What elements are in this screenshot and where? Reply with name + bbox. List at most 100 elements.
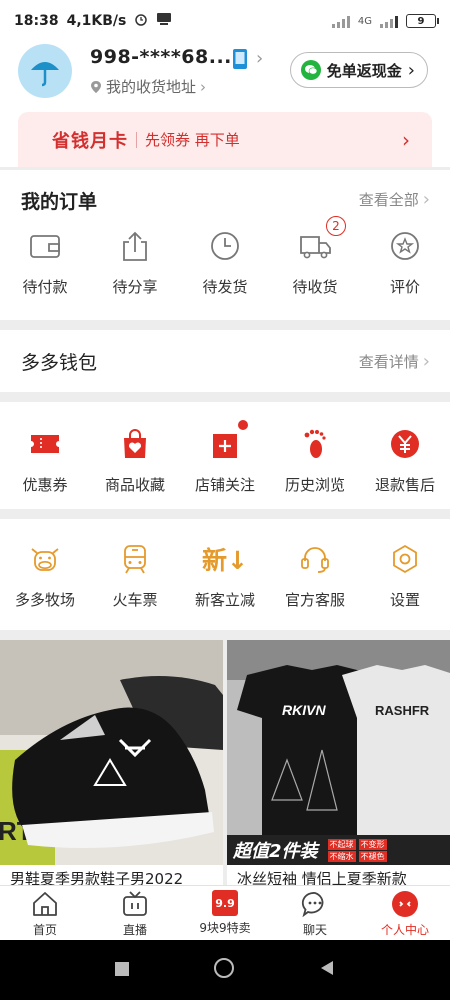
order-pending-receipt[interactable]: 2 待收货 <box>270 216 360 297</box>
wallet-details-link[interactable]: 查看详情 › <box>359 351 430 372</box>
username[interactable]: 998-****68... <box>90 46 232 68</box>
sale-99-icon-text: 9.9 <box>215 896 235 910</box>
chevron-right-icon[interactable]: › <box>256 48 263 69</box>
tool-label: 官方客服 <box>284 591 345 609</box>
home-button[interactable] <box>213 957 235 983</box>
tool-label: 新客立减 <box>194 591 255 609</box>
tools-grid: 多多牧场 火车票 新↓ 新客立减 官方客服 设置 <box>0 541 450 610</box>
location-pin-icon <box>91 80 101 93</box>
settings-icon <box>389 541 421 577</box>
sale-99-icon: 9.9 <box>212 890 238 916</box>
tool-label: 设置 <box>389 591 420 609</box>
product-card[interactable]: RT 男鞋夏季男款鞋子男2022 <box>0 640 223 885</box>
orders-title: 我的订单 <box>21 191 98 213</box>
divider <box>136 131 137 148</box>
wallet-section[interactable]: 多多钱包 查看详情 › <box>0 330 450 392</box>
view-all-label: 查看全部 <box>358 191 419 209</box>
headset-icon <box>299 541 331 577</box>
service-label: 优惠券 <box>22 476 68 494</box>
recents-button[interactable] <box>115 961 129 980</box>
home-icon <box>33 892 57 916</box>
tab-profile[interactable]: 个人中心 <box>360 886 450 940</box>
profile-header: 998-****68... › 我的收货地址 › 免单返现金 › <box>0 42 450 107</box>
monthly-card-wrap: 省钱月卡 先领券 再下单 › <box>0 107 450 167</box>
product-card[interactable]: RKIVN RASHFR 超值2件装 不起球 不变形 不缩水 不褪色 冰丝短袖 … <box>227 640 450 885</box>
chevron-right-icon: › <box>422 189 430 210</box>
service-favorites[interactable]: 商品收藏 <box>90 426 180 495</box>
cashback-button[interactable]: 免单返现金 › <box>289 52 428 88</box>
tool-farm[interactable]: 多多牧场 <box>0 541 90 610</box>
service-history[interactable]: 历史浏览 <box>270 426 360 495</box>
service-label: 店铺关注 <box>194 476 255 494</box>
footprint-icon <box>300 426 330 462</box>
shirt-print-text: RASHFR <box>375 703 430 718</box>
alarm-icon <box>134 12 148 30</box>
live-tv-icon <box>123 891 147 916</box>
order-label: 评价 <box>389 278 420 296</box>
status-time: 18:38 <box>14 13 59 29</box>
address-link[interactable]: 我的收货地址 › <box>90 76 206 97</box>
signal-icon <box>331 14 350 28</box>
cashback-label: 免单返现金 <box>326 61 402 80</box>
tab-label: 个人中心 <box>380 923 429 937</box>
tool-customer-service[interactable]: 官方客服 <box>270 541 360 610</box>
tool-new-customer[interactable]: 新↓ 新客立减 <box>180 541 270 610</box>
wallet-title: 多多钱包 <box>21 352 98 374</box>
star-review-icon <box>389 228 421 264</box>
tab-label: 聊天 <box>302 923 327 937</box>
product-image-tshirts: RKIVN RASHFR 超值2件装 不起球 不变形 不缩水 不褪色 <box>227 640 450 865</box>
battery-level: 9 <box>417 15 425 27</box>
tools-section: 多多牧场 火车票 新↓ 新客立减 官方客服 设置 <box>0 519 450 630</box>
notification-dot <box>238 420 248 430</box>
tab-label: 9块9特卖 <box>199 921 251 935</box>
order-label: 待发货 <box>202 278 248 296</box>
order-label: 待分享 <box>112 278 158 296</box>
cow-icon <box>28 541 62 577</box>
tab-chat[interactable]: 聊天 <box>270 886 360 940</box>
tab-sale[interactable]: 9.9 9块9特卖 <box>180 886 270 940</box>
tool-train-tickets[interactable]: 火车票 <box>90 541 180 610</box>
new-customer-icon-text: 新↓ <box>202 546 248 575</box>
services-grid: 优惠券 商品收藏 店铺关注 历史浏览 退款售后 <box>0 420 450 495</box>
chevron-right-icon: › <box>200 77 207 96</box>
avatar[interactable] <box>18 44 72 98</box>
order-label: 待付款 <box>22 278 68 296</box>
favorites-bag-icon <box>120 426 150 462</box>
order-pending-payment[interactable]: 待付款 <box>0 228 90 297</box>
order-pending-shipment[interactable]: 待发货 <box>180 228 270 297</box>
umbrella-icon <box>31 62 59 87</box>
service-followed-stores[interactable]: 店铺关注 <box>180 420 270 495</box>
battery-icon: 9 <box>406 14 439 28</box>
back-button[interactable] <box>319 960 335 980</box>
service-refund[interactable]: 退款售后 <box>360 426 450 495</box>
share-icon <box>120 228 150 264</box>
truck-icon: 2 <box>298 216 346 264</box>
service-label: 商品收藏 <box>104 476 165 494</box>
tab-label: 首页 <box>32 923 57 937</box>
status-bar: 18:38 4,1KB/s 4G 9 <box>0 0 450 42</box>
order-pending-share[interactable]: 待分享 <box>90 228 180 297</box>
train-icon <box>120 541 150 577</box>
promo-strip: 超值2件装 不起球 不变形 不缩水 不褪色 <box>227 835 387 865</box>
view-all-orders-link[interactable]: 查看全部 › <box>359 189 430 210</box>
phone-icon[interactable] <box>232 48 248 74</box>
shirt-print-text: RKIVN <box>282 702 326 718</box>
promo-tag: 不褪色 <box>358 850 387 862</box>
tool-settings[interactable]: 设置 <box>360 541 450 610</box>
order-review[interactable]: 评价 <box>360 228 450 297</box>
chevron-right-icon: › <box>422 351 430 372</box>
coupon-icon <box>29 426 61 462</box>
chat-icon <box>301 892 324 918</box>
system-nav-bar <box>0 940 450 1000</box>
tool-label: 多多牧场 <box>14 591 75 609</box>
clock-icon <box>209 228 241 264</box>
orders-section: 我的订单 查看全部 › 待付款 待分享 待发货 2 待收货 评价 <box>0 170 450 320</box>
chevron-right-icon: › <box>407 59 415 81</box>
monthly-card-banner[interactable]: 省钱月卡 先领券 再下单 › <box>18 112 432 167</box>
service-label: 历史浏览 <box>284 476 345 494</box>
tab-home[interactable]: 首页 <box>0 886 90 940</box>
services-section: 优惠券 商品收藏 店铺关注 历史浏览 退款售后 <box>0 402 450 509</box>
notification-app-icon <box>156 12 172 30</box>
tab-live[interactable]: 直播 <box>90 886 180 940</box>
service-coupons[interactable]: 优惠券 <box>0 426 90 495</box>
